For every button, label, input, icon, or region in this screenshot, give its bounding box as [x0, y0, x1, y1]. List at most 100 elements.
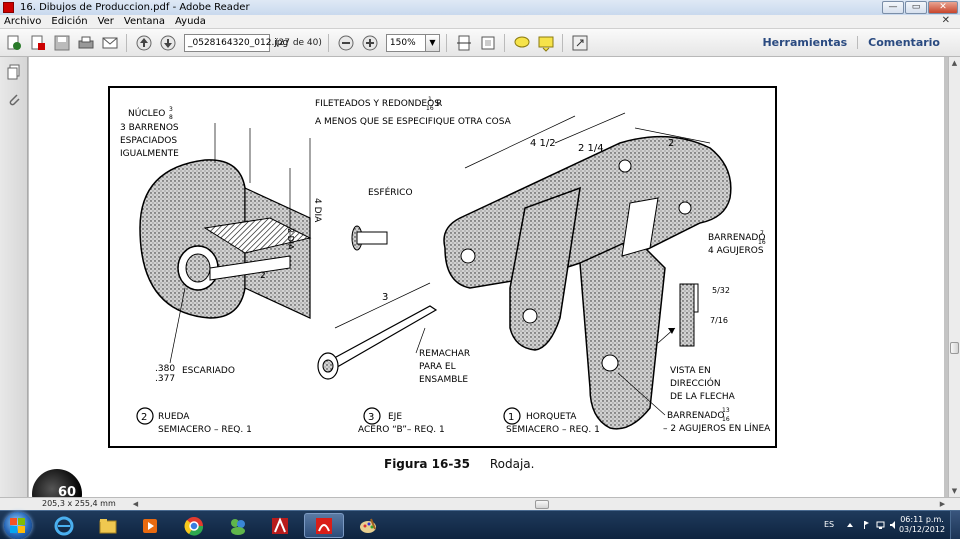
document-viewport[interactable]: FILETEADOS Y REDONDEOS 1 16 R A MENOS QU…	[29, 57, 948, 497]
windows-taskbar: ES 06:11 p.m. 03/12/2012	[0, 510, 960, 539]
page-number-input[interactable]: _0528164320_012.jpg	[184, 33, 288, 52]
tray-expand-icon[interactable]	[845, 520, 855, 530]
remachar-label-2: PARA EL	[419, 362, 456, 372]
taskbar-adobe-reader[interactable]	[304, 513, 344, 538]
scroll-up-icon[interactable]: ▲	[949, 57, 960, 69]
menu-ver[interactable]: Ver	[93, 16, 119, 27]
system-clock[interactable]: 06:11 p.m. 03/12/2012	[897, 515, 947, 535]
window-title: 16. Dibujos de Produccion.pdf - Adobe Re…	[20, 2, 250, 13]
zoom-dropdown-button[interactable]: ▼	[425, 33, 440, 52]
show-desktop-button[interactable]	[950, 511, 960, 539]
remachar-label-3: ENSAMBLE	[419, 375, 468, 385]
arrow-up-icon	[136, 35, 152, 50]
barrenado-top-label-2: 4 AGUJEROS	[708, 246, 764, 256]
part-name: RUEDA	[158, 412, 190, 422]
scroll-left-icon[interactable]: ◀	[130, 499, 141, 510]
expand-button[interactable]	[570, 33, 590, 53]
fit-page-button[interactable]	[478, 33, 498, 53]
comment-link[interactable]: Comentario	[857, 36, 950, 49]
previous-page-button[interactable]	[134, 33, 154, 53]
part-spec: SEMIACERO – REQ. 1	[506, 425, 600, 435]
nucleo-frac-num: 3	[169, 106, 173, 113]
menu-ayuda[interactable]: Ayuda	[170, 16, 211, 27]
network-icon[interactable]	[876, 520, 886, 530]
fit-page-icon	[481, 36, 495, 49]
print-button[interactable]	[76, 33, 96, 53]
horizontal-scrollbar[interactable]: ◀ ▶	[130, 499, 948, 510]
vertical-scroll-thumb[interactable]	[950, 342, 959, 354]
save-icon	[54, 35, 70, 50]
scroll-down-icon[interactable]: ▼	[949, 485, 960, 497]
toolbar-separator	[445, 33, 447, 52]
vista-label-2: DIRECCIÓN	[670, 377, 721, 389]
add-note-button[interactable]	[512, 33, 532, 53]
window-controls: — ▭ ✕	[882, 1, 958, 14]
side-view-drawing: 5/32 7/16	[657, 283, 730, 347]
arrow-down-icon	[160, 35, 176, 50]
vista-label-3: DE LA FLECHA	[670, 392, 736, 402]
highlighter-icon	[538, 36, 554, 52]
next-page-button[interactable]	[158, 33, 178, 53]
highlight-button[interactable]	[536, 33, 556, 53]
escariado-bottom: .377	[155, 374, 175, 384]
taskbar-chrome[interactable]	[174, 513, 214, 538]
open-button[interactable]	[28, 33, 48, 53]
menu-ventana[interactable]: Ventana	[119, 16, 170, 27]
tools-link[interactable]: Herramientas	[752, 36, 857, 49]
part-name: HORQUETA	[526, 412, 577, 422]
scroll-right-icon[interactable]: ▶	[937, 499, 948, 510]
create-pdf-button[interactable]	[4, 33, 24, 53]
menu-edicion[interactable]: Edición	[46, 16, 92, 27]
email-button[interactable]	[100, 33, 120, 53]
paint-icon	[360, 518, 376, 533]
save-button[interactable]	[52, 33, 72, 53]
part-number: 1	[508, 412, 514, 423]
envelope-icon	[102, 37, 118, 48]
zoom-in-button[interactable]	[360, 33, 380, 53]
barrenado-bottom-frac-den: 16	[722, 416, 730, 423]
minimize-button[interactable]: —	[882, 1, 904, 14]
taskbar-messenger[interactable]	[218, 513, 258, 538]
navigation-panel	[0, 57, 28, 497]
vertical-scrollbar[interactable]: ▲ ▼	[948, 57, 960, 497]
input-language[interactable]: ES	[824, 520, 834, 529]
attachments-panel-button[interactable]	[5, 91, 23, 109]
zoom-out-button[interactable]	[336, 33, 356, 53]
side-dim-5-32: 5/32	[712, 286, 730, 295]
barrenos-label-2: ESPACIADOS	[120, 136, 177, 146]
figure-caption: Figura 16-35 Rodaja.	[384, 457, 534, 471]
panel-links: Herramientas Comentario	[752, 36, 950, 49]
start-button[interactable]	[4, 512, 32, 539]
toolbar: _0528164320_012.jpg (27 de 40) 150% ▼ He…	[0, 29, 960, 57]
fork-dim-2-1-4: 2 1/4	[578, 143, 604, 154]
minus-icon	[338, 35, 354, 50]
horizontal-scroll-thumb[interactable]	[535, 500, 549, 509]
action-center-icon[interactable]	[861, 520, 871, 530]
axle-dim-3: 3	[382, 292, 388, 303]
close-document-button[interactable]: ✕	[942, 15, 950, 26]
pages-panel-button[interactable]	[5, 63, 23, 81]
barrenado-top-frac-num: 7	[760, 230, 764, 237]
header-suffix: R	[436, 99, 442, 109]
toolbar-separator	[503, 33, 505, 52]
zoom-level-input[interactable]: 150%	[385, 33, 426, 52]
taskbar-file-explorer[interactable]	[88, 513, 128, 538]
close-button[interactable]: ✕	[928, 1, 958, 14]
header-line-1: FILETEADOS Y REDONDEOS	[315, 99, 440, 109]
taskbar-paint[interactable]	[348, 513, 388, 538]
taskbar-internet-explorer[interactable]	[44, 513, 84, 538]
wheel-dim-4dia: 4 DIA	[312, 198, 322, 223]
wheel-dim-2dia: 2 DIA	[286, 228, 295, 250]
fit-width-button[interactable]	[454, 33, 474, 53]
nucleo-frac-den: 8	[169, 114, 173, 121]
fork-dim-2: 2	[668, 138, 674, 149]
open-file-icon	[31, 35, 45, 50]
barrenado-bottom-frac-num: 13	[722, 407, 730, 414]
toolbar-separator	[327, 33, 329, 52]
taskbar-media-player[interactable]	[130, 513, 170, 538]
taskbar-autocad[interactable]	[260, 513, 300, 538]
maximize-button[interactable]: ▭	[905, 1, 927, 14]
menu-archivo[interactable]: Archivo	[0, 16, 46, 27]
autocad-icon	[272, 516, 288, 534]
barrenado-top-frac-den: 16	[758, 239, 766, 246]
